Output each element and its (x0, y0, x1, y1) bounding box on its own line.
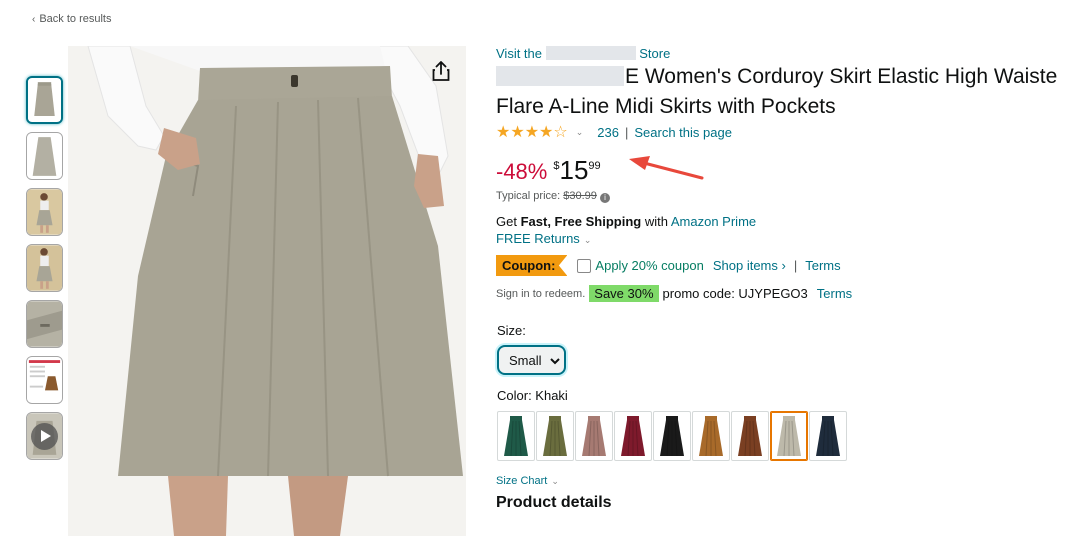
coupon-tag: Coupon: (496, 255, 568, 276)
skirt-swatch-image (504, 416, 528, 457)
info-icon[interactable]: i (599, 193, 610, 203)
price-row: -48% $ 15 99 (496, 156, 1080, 186)
visit-store-link[interactable]: Visit the Store (496, 46, 1080, 61)
chevron-down-icon[interactable]: ⌄ (576, 127, 584, 138)
size-value: Small (509, 352, 542, 368)
typical-price-value: $30.99 (563, 190, 597, 202)
typical-price: Typical price: $30.99 i (496, 190, 1080, 203)
save-badge: Save 30% (589, 285, 659, 302)
price-fraction: 99 (588, 160, 601, 172)
shipping-info: Get Fast, Free Shipping with Amazon Prim… (496, 214, 757, 229)
skirt-swatch-image (816, 416, 840, 457)
amazon-prime-link[interactable]: Amazon Prime (671, 214, 756, 229)
chevron-down-icon: ⌄ (583, 235, 592, 245)
thumbnail-6[interactable] (26, 356, 63, 404)
shop-items-link[interactable]: Shop items › (713, 258, 786, 273)
swatch-green[interactable] (497, 411, 535, 461)
swatch-olive[interactable] (536, 411, 574, 461)
product-info: Visit the Store E Women's Corduroy Skirt… (496, 46, 1080, 512)
promo-code-text: promo code: UJYPEGO3 (662, 286, 808, 301)
redacted-brand-title (496, 66, 624, 86)
coupon-terms-link[interactable]: Terms (805, 258, 840, 273)
size-chart-link[interactable]: Size Chart ⌄ (496, 475, 1080, 487)
discount-percent: -48% (496, 159, 548, 184)
separator: | (624, 124, 629, 140)
play-icon (31, 423, 58, 450)
skirt-swatch-image (543, 416, 567, 457)
share-icon[interactable] (428, 58, 454, 84)
red-arrow-annotation (629, 156, 704, 180)
rating-count-link[interactable]: 236 (597, 125, 619, 140)
thumbnail-1[interactable] (26, 76, 63, 124)
price-whole: 15 (559, 155, 589, 185)
color-swatches (497, 411, 1080, 461)
back-label: Back to results (39, 13, 112, 25)
size-dropdown[interactable]: Small (497, 345, 566, 375)
main-product-image[interactable] (68, 46, 466, 536)
thumbnail-5[interactable] (26, 300, 63, 348)
search-page-link[interactable]: Search this page (634, 125, 732, 140)
chevron-down-icon: ⌄ (551, 476, 559, 486)
redacted-brand (545, 46, 636, 60)
skirt-swatch-image (621, 416, 645, 457)
swatch-navy[interactable] (809, 411, 847, 461)
rating-row: ★★★★☆ ⌄ 236 | Search this page (496, 122, 1080, 142)
skirt-swatch-image (777, 416, 801, 457)
back-to-results-link[interactable]: ‹ Back to results (32, 13, 111, 25)
separator: | (793, 258, 798, 273)
product-title: E Women's Corduroy Skirt Elastic High Wa… (496, 65, 1058, 118)
swatch-brown[interactable] (731, 411, 769, 461)
thumbnail-4[interactable] (26, 244, 63, 292)
swatch-mauve[interactable] (575, 411, 613, 461)
promo-row: Sign in to redeem. Save 30% promo code: … (496, 285, 1080, 302)
sign-in-to-redeem[interactable]: Sign in to redeem. (496, 288, 585, 300)
coupon-row: Coupon: Apply 20% coupon Shop items › | … (496, 255, 1080, 276)
swatch-burgundy[interactable] (614, 411, 652, 461)
chevron-down-icon (549, 353, 560, 368)
product-details-heading: Product details (496, 494, 612, 511)
coupon-checkbox[interactable] (577, 258, 592, 273)
thumbnail-2[interactable] (26, 132, 63, 180)
star-rating-icon[interactable]: ★★★★☆ (496, 122, 568, 142)
free-returns-link[interactable]: FREE Returns ⌄ (496, 231, 1080, 246)
skirt-swatch-image (582, 416, 606, 457)
chevron-left-icon: ‹ (32, 14, 36, 25)
skirt-swatch-image (699, 416, 723, 457)
apply-coupon-label[interactable]: Apply 20% coupon (595, 258, 703, 273)
thumbnail-3[interactable] (26, 188, 63, 236)
thumbnail-7-video[interactable] (26, 412, 63, 460)
swatch-khaki[interactable] (770, 411, 808, 461)
skirt-swatch-image (738, 416, 762, 457)
promo-terms-link[interactable]: Terms (817, 286, 852, 301)
size-label: Size: (497, 323, 526, 338)
color-label: Color: Khaki (497, 388, 568, 403)
swatch-black[interactable] (653, 411, 691, 461)
thumbnail-strip (26, 76, 64, 468)
skirt-swatch-image (660, 416, 684, 457)
swatch-caramel[interactable] (692, 411, 730, 461)
